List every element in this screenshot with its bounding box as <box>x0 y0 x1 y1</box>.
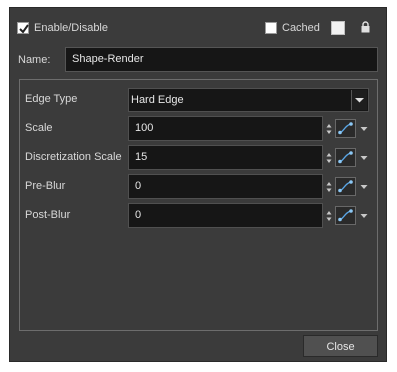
name-label: Name: <box>18 54 51 66</box>
lock-icon[interactable] <box>361 21 370 33</box>
small-arrow-down-icon[interactable] <box>360 184 368 190</box>
spinner-icon[interactable] <box>326 123 332 135</box>
pre-blur-label: Pre-Blur <box>25 180 66 192</box>
small-arrow-down-icon[interactable] <box>360 126 368 132</box>
small-arrow-down-icon[interactable] <box>360 213 368 219</box>
function-curve-icon[interactable] <box>335 148 356 167</box>
function-curve-icon[interactable] <box>335 119 356 138</box>
edge-type-value: Hard Edge <box>131 94 184 106</box>
name-input[interactable]: Shape-Render <box>65 47 378 72</box>
function-curve-icon[interactable] <box>335 177 356 196</box>
function-curve-icon[interactable] <box>335 206 356 225</box>
layer-properties-dialog: Enable/Disable Cached Name: Shape-Render… <box>9 7 387 362</box>
edge-type-label: Edge Type <box>25 93 78 105</box>
edge-type-dropdown[interactable]: Hard Edge <box>128 88 369 112</box>
dropdown-arrow-icon[interactable] <box>351 90 367 110</box>
cached-label: Cached <box>282 22 320 34</box>
spinner-icon[interactable] <box>326 181 332 193</box>
enable-label: Enable/Disable <box>34 22 108 34</box>
color-swatch-icon[interactable] <box>331 21 345 35</box>
post-blur-input[interactable]: 0 <box>128 203 323 228</box>
discretization-scale-input[interactable]: 15 <box>128 145 323 170</box>
enable-checkbox[interactable] <box>17 22 29 34</box>
spinner-icon[interactable] <box>326 152 332 164</box>
small-arrow-down-icon[interactable] <box>360 155 368 161</box>
scale-label: Scale <box>25 122 53 134</box>
scale-input[interactable]: 100 <box>128 116 323 141</box>
spinner-icon[interactable] <box>326 210 332 222</box>
close-button[interactable]: Close <box>303 335 378 357</box>
cached-checkbox[interactable] <box>265 22 277 34</box>
checkmark-icon <box>19 24 29 34</box>
pre-blur-input[interactable]: 0 <box>128 174 323 199</box>
properties-group: Edge Type Hard Edge Scale 100 Discretiza… <box>19 79 378 331</box>
post-blur-label: Post-Blur <box>25 209 71 221</box>
discretization-scale-label: Discretization Scale <box>25 151 122 163</box>
